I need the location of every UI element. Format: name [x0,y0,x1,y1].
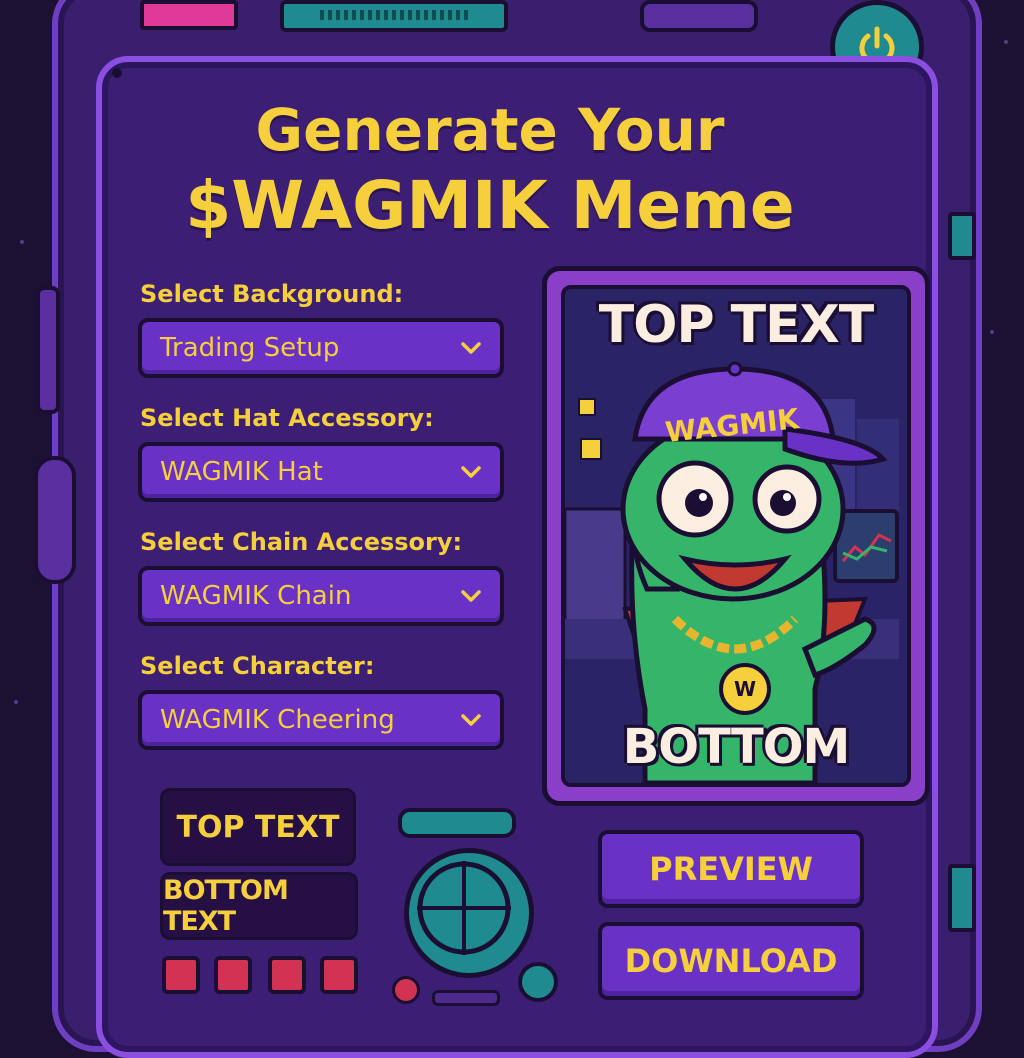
meme-character-illustration [565,361,899,783]
background-star [20,240,24,244]
character-select[interactable]: WAGMIK Cheering [138,690,504,750]
background-star [14,700,18,704]
meme-preview-frame: TOP TEXT WAGMIK W BOTTOM TEXT [542,266,930,806]
red-indicator-button[interactable] [214,956,252,994]
crosshair-dial-icon [417,861,511,955]
chevron-down-icon [461,714,481,726]
background-star [1004,40,1008,44]
background-select-value: Trading Setup [160,333,340,363]
side-bracket [34,456,76,584]
preview-button-label: PREVIEW [649,850,813,888]
chevron-down-icon [461,590,481,602]
status-light-red [392,976,420,1004]
control-dial[interactable] [404,848,534,978]
round-button-teal[interactable] [518,962,558,1002]
download-button-label: DOWNLOAD [624,942,838,980]
red-indicator-button[interactable] [268,956,306,994]
character-label: Select Character: [140,652,375,680]
chevron-down-icon [461,342,481,354]
red-indicator-button[interactable] [162,956,200,994]
top-bump [640,0,758,32]
background-label: Select Background: [140,280,404,308]
side-rail [36,286,60,414]
teal-slot [398,808,516,838]
chain-accessory-select-value: WAGMIK Chain [160,581,352,611]
top-vent [280,0,508,32]
bottom-text-input[interactable]: BOTTOM TEXT [160,872,358,940]
hat-accessory-select[interactable]: WAGMIK Hat [138,442,504,502]
hat-accessory-select-value: WAGMIK Hat [160,457,323,487]
screw [112,68,122,78]
top-indicator-pink [140,0,238,30]
character-select-value: WAGMIK Cheering [160,705,395,735]
preview-button[interactable]: PREVIEW [598,830,864,908]
title-line-2: $WAGMIK Meme [185,167,795,244]
background-star [990,330,994,334]
meme-preview: TOP TEXT WAGMIK W BOTTOM TEXT [561,285,911,787]
medallion-text: W [733,677,757,701]
chain-accessory-label: Select Chain Accessory: [140,528,463,556]
meme-top-text: TOP TEXT [598,295,874,355]
hat-accessory-label: Select Hat Accessory: [140,404,434,432]
side-latch [948,212,976,260]
bottom-text-input-value: BOTTOM TEXT [163,875,289,937]
meme-bottom-text: BOTTOM TEXT [622,719,851,783]
slot [432,990,500,1006]
chevron-down-icon [461,466,481,478]
top-text-input[interactable]: TOP TEXT [160,788,356,866]
background-select[interactable]: Trading Setup [138,318,504,378]
download-button[interactable]: DOWNLOAD [598,922,864,1000]
chain-accessory-select[interactable]: WAGMIK Chain [138,566,504,626]
page-title: Generate Your $WAGMIK Meme [150,92,830,244]
title-line-1: Generate Your [255,96,725,164]
red-indicator-button[interactable] [320,956,358,994]
side-latch [948,864,976,932]
top-text-input-value: TOP TEXT [176,809,340,845]
